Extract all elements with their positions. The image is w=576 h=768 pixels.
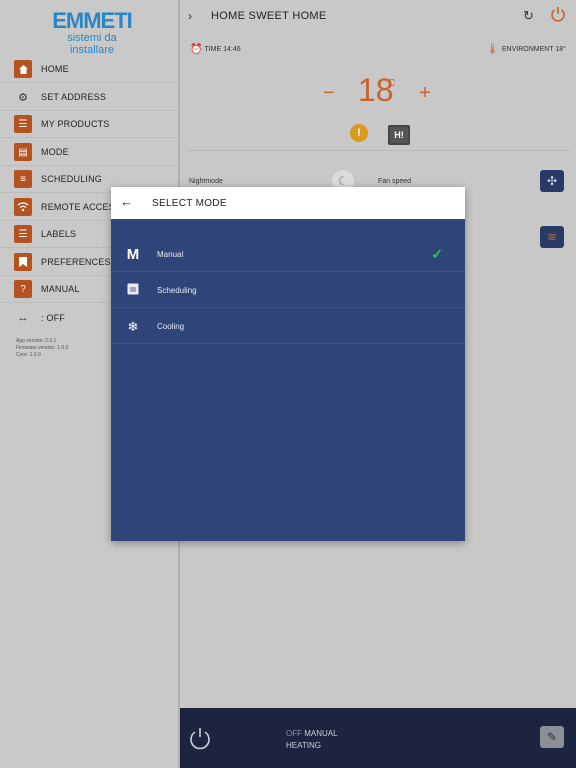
decrease-temperature-button[interactable]: − [320, 83, 338, 103]
back-arrow-icon[interactable]: ← [120, 194, 133, 209]
sliders-icon: ≡ [14, 170, 32, 188]
sidebar-item-label: MY PRODUCTS [41, 119, 110, 129]
sidebar-item-label: SCHEDULING [41, 174, 103, 184]
document-icon: ▤ [14, 143, 32, 161]
sidebar-item-label: MODE [41, 147, 69, 157]
time-display: ⏰ TIME 14:46 [190, 44, 241, 55]
sidebar-item-home[interactable]: HOME [0, 56, 180, 83]
gear-icon: ⚙ [18, 91, 28, 104]
environment-display: 🌡 ENVIRONMENT 18° [486, 44, 566, 55]
mode-label: MANUAL [304, 729, 338, 738]
logo-tagline: sistemi da installare [67, 32, 117, 56]
list-icon: ☰ [14, 225, 32, 243]
warning-icon[interactable]: ! [350, 124, 368, 142]
environment-label: ENVIRONMENT 18° [501, 46, 566, 53]
brand-logo: EMMETI sistemi da installare [44, 8, 140, 57]
sidebar-item-label: SET ADDRESS [41, 92, 107, 102]
refresh-icon[interactable]: ↻ [523, 8, 534, 24]
heating-coil-icon[interactable]: ≋ [540, 226, 564, 248]
sidebar-item-label: PREFERENCES [41, 257, 111, 267]
sidebar-item-set-address[interactable]: ⚙ SET ADDRESS [0, 84, 180, 111]
mode-option-label: Scheduling [157, 286, 197, 295]
power-icon[interactable] [188, 726, 212, 750]
sidebar-item-label: LABELS [41, 229, 77, 239]
function-label: HEATING [286, 741, 321, 750]
power-icon[interactable] [550, 6, 566, 22]
edit-button[interactable]: ✎ [540, 726, 564, 748]
logo-brand: EMMETI [52, 8, 133, 33]
pencil-icon: ✎ [546, 730, 558, 744]
home-icon [14, 60, 32, 78]
dialog-header: ← SELECT MODE [111, 187, 465, 219]
mode-option-cooling[interactable]: ❄ Cooling [111, 309, 465, 344]
mode-option-label: Cooling [157, 322, 185, 331]
fanspeed-label: Fan speed [378, 178, 412, 185]
increase-temperature-button[interactable]: + [416, 83, 434, 103]
snowflake-icon: ❄ [127, 319, 139, 334]
calendar-icon [124, 282, 142, 300]
sidebar-item-my-products[interactable]: ☰ MY PRODUCTS [0, 111, 180, 138]
wifi-icon [14, 198, 32, 216]
page-title: HOME SWEET HOME [211, 10, 327, 22]
nightmode-label: Nightmode [189, 178, 223, 185]
chevron-right-icon[interactable]: › [188, 9, 192, 23]
bookmark-icon [14, 253, 32, 271]
sidebar-item-label: : OFF [41, 312, 65, 323]
hi-badge[interactable]: H! [388, 125, 410, 145]
list-icon: ☰ [14, 115, 32, 133]
sidebar-item-label: HOME [41, 64, 69, 74]
sidebar-item-mode[interactable]: ▤ MODE [0, 139, 180, 166]
fan-icon[interactable]: ✣ [540, 170, 564, 192]
temperature-unit: °C [384, 78, 396, 89]
time-label: TIME 14:46 [204, 46, 241, 53]
thermometer-icon: 🌡 [486, 44, 499, 55]
select-mode-dialog: ← SELECT MODE M Manual ✓ Scheduling ❄ Co… [111, 187, 465, 541]
clock-icon: ⏰ [190, 44, 203, 55]
state-label: OFF [286, 729, 302, 738]
help-icon: ? [14, 280, 32, 298]
checkmark-icon: ✓ [431, 246, 443, 262]
top-bar: › HOME SWEET HOME ↻ [180, 0, 576, 32]
mode-status: OFF MANUAL HEATING [286, 728, 338, 752]
mode-option-manual[interactable]: M Manual ✓ [111, 237, 465, 272]
sidebar-item-label: MANUAL [41, 284, 80, 294]
bottom-status-bar: OFF MANUAL HEATING ✎ [180, 708, 576, 768]
divider [186, 150, 570, 151]
mode-option-label: Manual [157, 250, 184, 259]
firmware-version: Firmware version: 1.0.0 [16, 345, 69, 351]
dialog-title: SELECT MODE [152, 198, 227, 209]
core-version: Core: 1.0.0 [16, 352, 41, 358]
version-info: App version: 2.0.1 Firmware version: 1.0… [16, 338, 68, 359]
app-version: App version: 2.0.1 [16, 338, 57, 344]
arrows-icon: ↔ [17, 311, 29, 324]
mode-option-scheduling[interactable]: Scheduling [111, 273, 465, 308]
manual-m-icon: M [126, 246, 140, 263]
sidebar-item-label: REMOTE ACCESS [41, 202, 122, 212]
